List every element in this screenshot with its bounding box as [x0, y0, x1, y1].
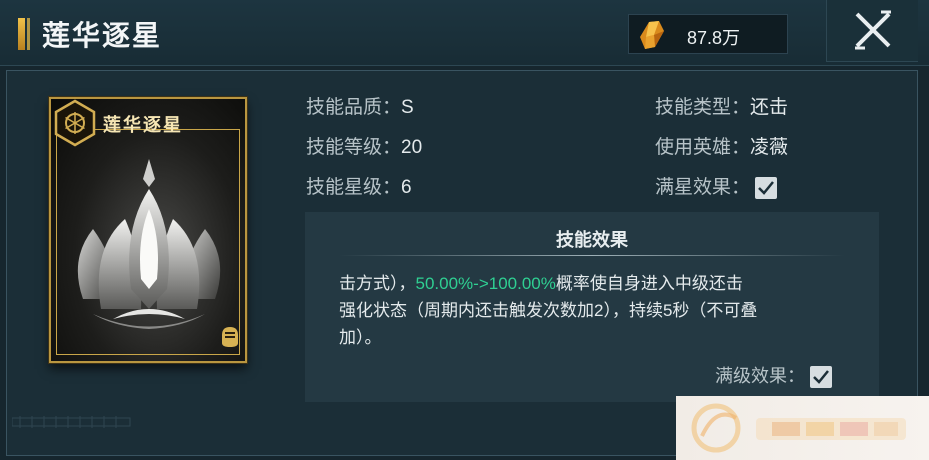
fullstar-checkbox[interactable] — [755, 176, 778, 199]
type-row: 技能类型：还击 — [655, 92, 788, 119]
header-bar: 莲华逐星 87.8万 — [0, 0, 929, 66]
maxlevel-label: 满级效果： — [715, 366, 805, 386]
hand-badge-icon — [222, 327, 238, 347]
crystal-icon — [640, 21, 664, 49]
effect-line-2: 强化状态（周期内还击触发次数加2），持续5秒（不可叠 — [339, 301, 758, 320]
quality-row: 技能品质：S — [306, 92, 414, 119]
currency-display[interactable]: 87.8万 — [628, 14, 788, 54]
level-label: 技能等级： — [306, 137, 402, 158]
fullstar-row: 满星效果： — [655, 172, 778, 199]
quality-value: S — [401, 97, 414, 118]
effect-line-1: 击方式），50.00%->100.00%概率使自身进入中级还击 — [339, 270, 859, 297]
skill-card[interactable]: 莲华逐星 — [49, 97, 247, 363]
effect-probability: 50.00%->100.00% — [415, 274, 556, 293]
check-icon — [758, 181, 775, 195]
decorative-glyphs — [12, 416, 131, 428]
currency-amount: 87.8万 — [687, 28, 741, 48]
star-row: 技能星级：6 — [306, 172, 412, 199]
effect-divider — [339, 255, 845, 256]
effect-line1-prefix: 击方式）， — [339, 274, 416, 293]
skill-effect-box: 技能效果 击方式），50.00%->100.00%概率使自身进入中级还击 强化状… — [305, 212, 879, 402]
title-accent-line — [27, 18, 30, 50]
hero-value: 凌薇 — [750, 137, 789, 158]
level-value: 20 — [401, 137, 423, 158]
effect-line1-suffix: 概率使自身进入中级还击 — [555, 274, 743, 293]
hero-label: 使用英雄： — [655, 137, 751, 158]
effect-description: 击方式），50.00%->100.00%概率使自身进入中级还击 强化状态（周期内… — [339, 270, 859, 351]
hero-row: 使用英雄：凌薇 — [655, 132, 788, 159]
star-label: 技能星级： — [306, 177, 402, 198]
quality-label: 技能品质： — [306, 97, 402, 118]
maxlevel-checkbox[interactable] — [810, 366, 833, 389]
hexagon-emblem-icon — [54, 99, 96, 147]
card-title: 莲华逐星 — [103, 115, 183, 136]
fullstar-label: 满星效果： — [655, 177, 751, 198]
effect-heading: 技能效果 — [556, 230, 628, 250]
page-title: 莲华逐星 — [42, 19, 163, 52]
level-row: 技能等级：20 — [306, 132, 422, 159]
effect-line-3: 加）。 — [339, 328, 382, 347]
maxlevel-row: 满级效果： — [715, 362, 833, 389]
type-label: 技能类型： — [655, 97, 751, 118]
close-icon — [855, 10, 891, 50]
type-value: 还击 — [750, 97, 789, 118]
lotus-art — [77, 159, 221, 329]
watermark-logo — [676, 396, 929, 460]
title-accent-bar — [18, 18, 25, 50]
check-icon — [813, 370, 829, 385]
close-button[interactable] — [826, 0, 918, 62]
star-value: 6 — [401, 177, 412, 198]
